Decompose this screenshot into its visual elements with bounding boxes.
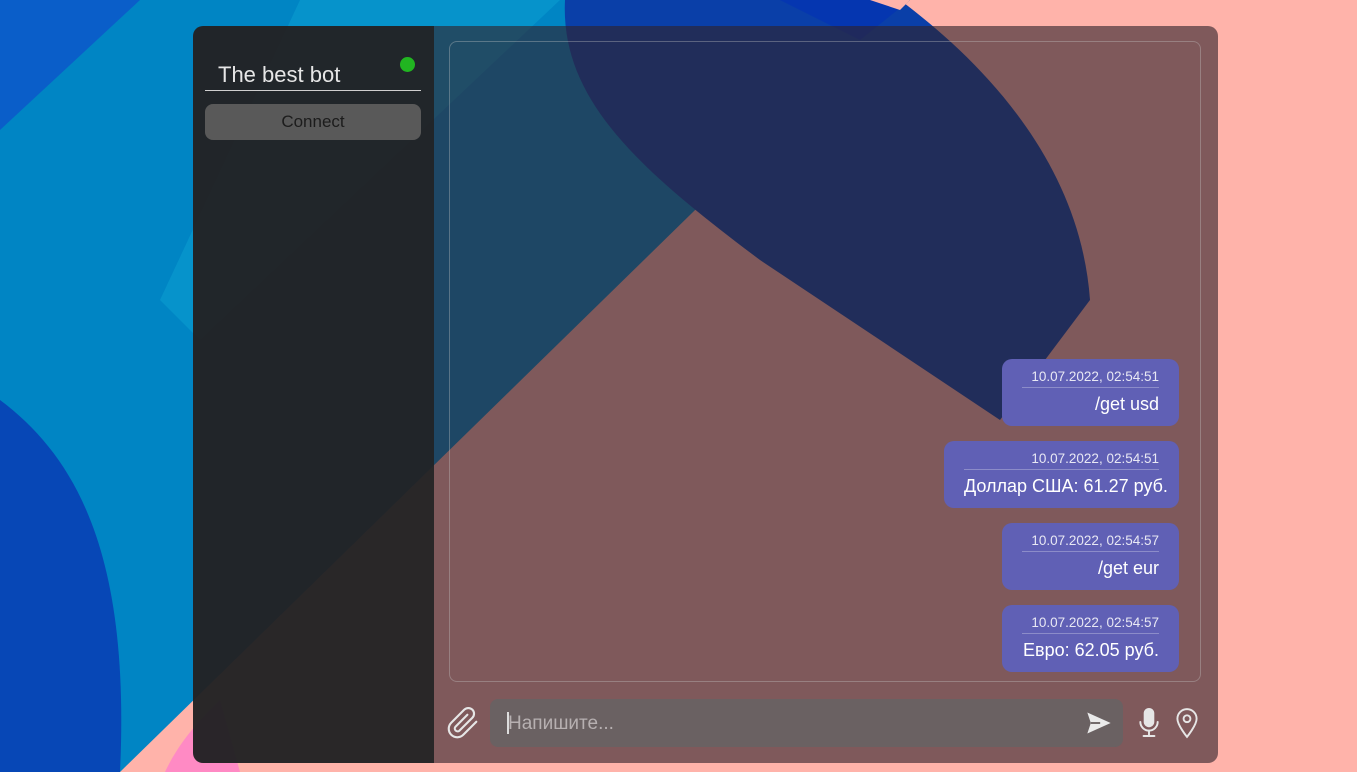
message-composer — [434, 698, 1218, 749]
message-divider — [1022, 551, 1159, 552]
message-text: /get usd — [1094, 394, 1159, 414]
message-timestamp: 10.07.2022, 02:54:51 — [1031, 451, 1159, 466]
connect-button[interactable]: Connect — [205, 104, 421, 140]
message-divider — [1022, 633, 1159, 634]
message-text: /get eur — [1097, 558, 1159, 578]
message-divider — [964, 469, 1159, 470]
sidebar-divider — [205, 90, 421, 91]
message-timestamp: 10.07.2022, 02:54:51 — [1031, 369, 1159, 384]
bot-name: The best bot — [218, 62, 341, 87]
chat-window: The best bot Connect 10.07.2022, 02:54:5… — [193, 26, 1218, 763]
message-list[interactable]: 10.07.2022, 02:54:51 /get usd 10.07.2022… — [449, 41, 1201, 682]
message-input[interactable] — [506, 699, 1080, 749]
message-text: Евро: 62.05 руб. — [1023, 640, 1159, 660]
location-pin-icon[interactable] — [1172, 706, 1202, 740]
online-status-indicator — [400, 57, 415, 72]
message-timestamp: 10.07.2022, 02:54:57 — [1031, 615, 1159, 630]
message-bubble: 10.07.2022, 02:54:51 /get usd — [1002, 359, 1179, 426]
microphone-icon[interactable] — [1134, 706, 1164, 740]
message-timestamp: 10.07.2022, 02:54:57 — [1031, 533, 1159, 548]
message-bubble: 10.07.2022, 02:54:51 Доллар США: 61.27 р… — [944, 441, 1179, 508]
paperclip-icon[interactable] — [446, 706, 480, 740]
sidebar: The best bot Connect — [193, 26, 434, 763]
chat-panel: 10.07.2022, 02:54:51 /get usd 10.07.2022… — [434, 26, 1218, 763]
message-divider — [1022, 387, 1159, 388]
message-bubble: 10.07.2022, 02:54:57 Евро: 62.05 руб. — [1002, 605, 1179, 672]
message-bubble: 10.07.2022, 02:54:57 /get eur — [1002, 523, 1179, 590]
send-icon[interactable] — [1084, 708, 1114, 738]
message-text: Доллар США: 61.27 руб. — [964, 476, 1168, 496]
message-input-box — [490, 699, 1123, 749]
